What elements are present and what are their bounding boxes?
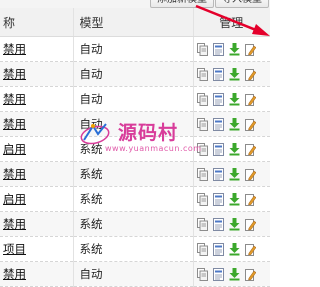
watermark: 源码村 www.yuanmacun.com <box>78 118 228 168</box>
arrow-shaft <box>195 4 262 34</box>
arrow-head <box>252 24 270 36</box>
watermark-title: 源码村 <box>118 122 179 144</box>
watermark-url: www.yuanmacun.com <box>105 144 202 153</box>
